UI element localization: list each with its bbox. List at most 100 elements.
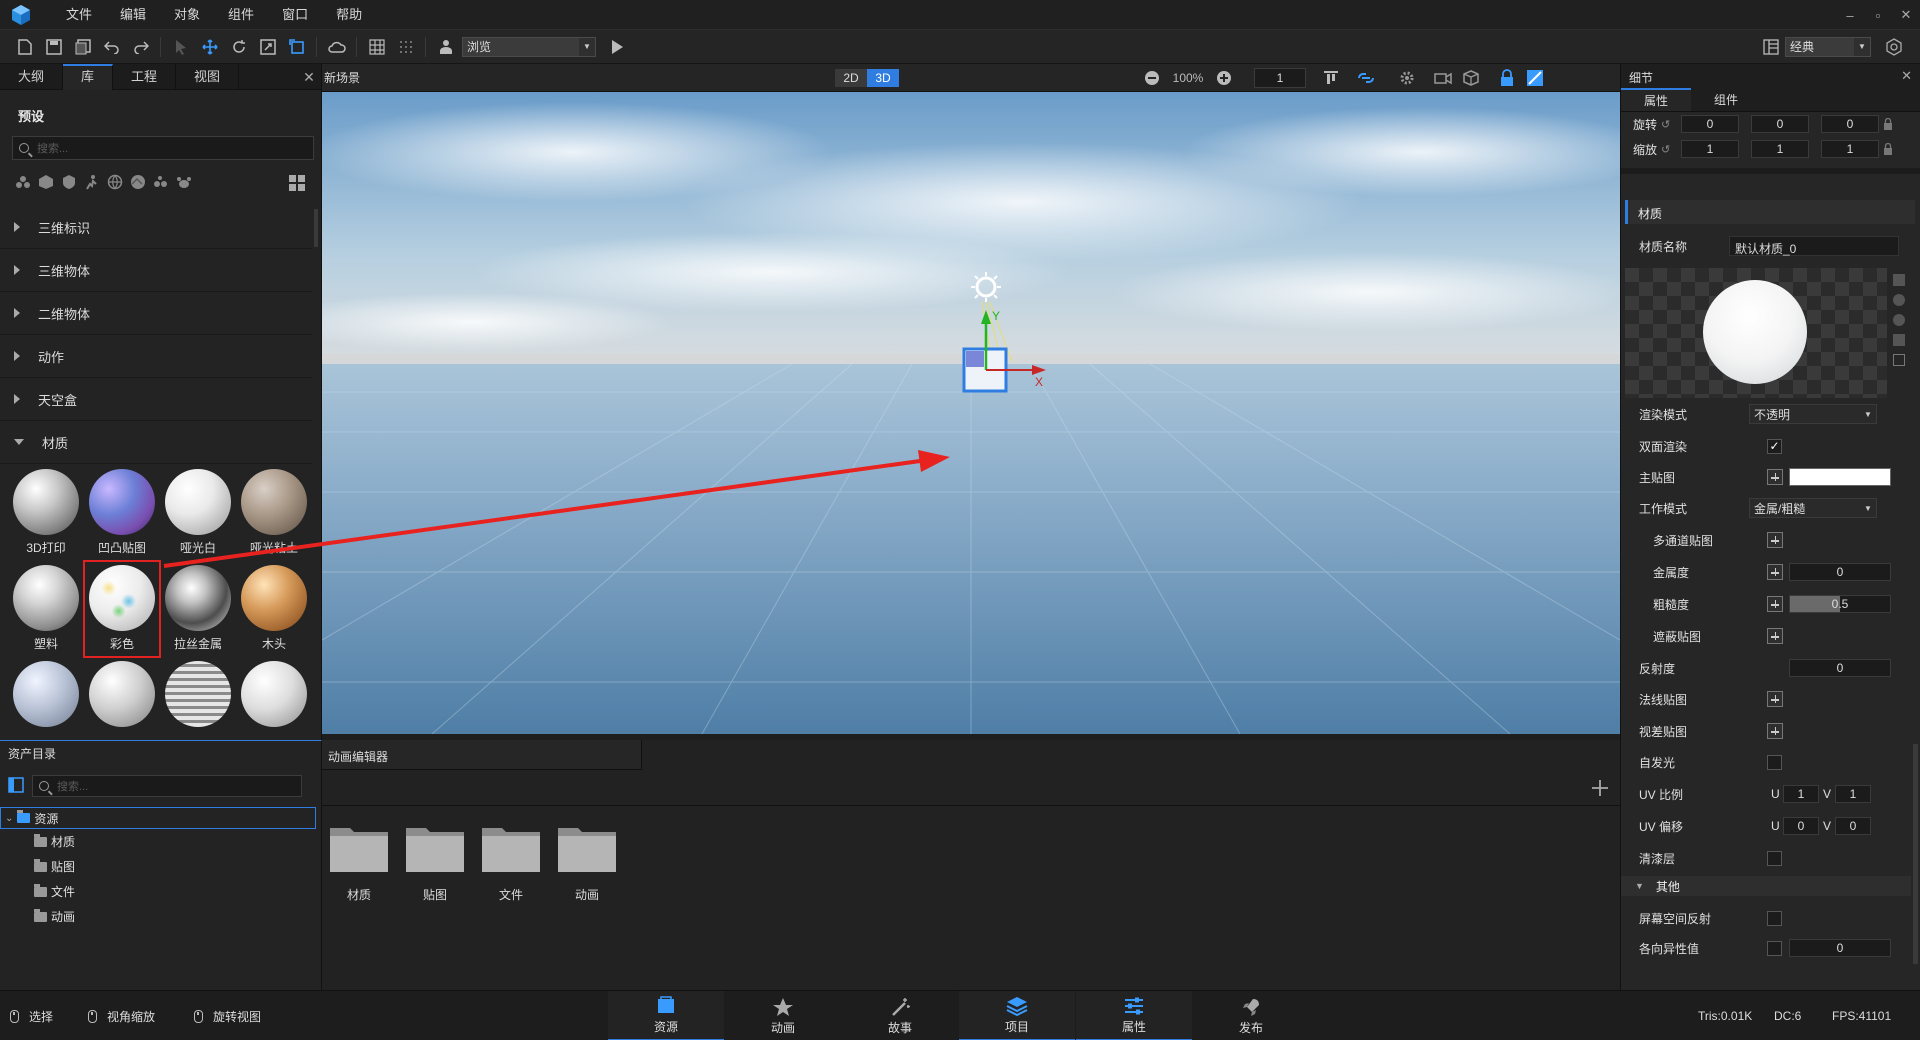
color-swatch[interactable] <box>1789 468 1891 486</box>
menu-file[interactable]: 文件 <box>52 0 106 30</box>
reset-icon[interactable]: ↺ <box>1661 118 1677 131</box>
layout-button[interactable] <box>1756 34 1785 60</box>
tree-item-texture[interactable]: 贴图 <box>0 854 316 879</box>
close-window-button[interactable]: ✕ <box>1892 0 1920 30</box>
scene-canvas[interactable]: Y X <box>322 92 1620 734</box>
close-icon[interactable]: ✕ <box>297 64 321 89</box>
material-brushed-metal[interactable]: 拉丝金属 <box>162 563 234 655</box>
zoom-out-icon[interactable] <box>1142 68 1162 88</box>
tab-publish[interactable]: 发布 <box>1193 991 1309 1040</box>
camera-icon[interactable] <box>1434 69 1452 87</box>
particles-icon[interactable] <box>152 174 170 190</box>
material-preview[interactable] <box>1625 268 1887 398</box>
clearcoat-checkbox[interactable] <box>1767 850 1782 866</box>
emissive-checkbox[interactable] <box>1767 754 1782 770</box>
add-texture-button[interactable] <box>1767 628 1783 644</box>
lock-icon[interactable] <box>1883 118 1893 130</box>
uv-offset-v-input[interactable]: 0 <box>1835 817 1871 835</box>
uv-scale-v-input[interactable]: 1 <box>1835 785 1871 803</box>
rotation-y-input[interactable]: 0 <box>1751 115 1809 133</box>
ssr-checkbox[interactable] <box>1767 910 1782 926</box>
sphere-material-icon[interactable] <box>129 174 147 190</box>
menu-edit[interactable]: 编辑 <box>106 0 160 30</box>
sphere-shape-icon[interactable] <box>1893 314 1905 326</box>
uv-offset-u-input[interactable]: 0 <box>1783 817 1819 835</box>
anisotropy-checkbox[interactable] <box>1767 940 1782 956</box>
menu-window[interactable]: 窗口 <box>268 0 322 30</box>
folder-animation[interactable]: 动画 <box>556 822 618 903</box>
globe-icon[interactable] <box>106 174 124 190</box>
add-icon[interactable] <box>1590 778 1610 798</box>
tree-root[interactable]: ⌄ 资源 <box>0 807 316 829</box>
tab-project[interactable]: 工程 <box>113 64 177 90</box>
scrollbar[interactable] <box>1913 744 1918 964</box>
mode-3d-button[interactable]: 3D <box>867 69 899 87</box>
category-material[interactable]: 材质 <box>0 421 312 464</box>
material-bump[interactable]: 凹凸贴图 <box>86 467 158 559</box>
speed-input[interactable]: 1 <box>1254 68 1306 88</box>
gear-icon[interactable] <box>1398 69 1416 87</box>
tree-item-material[interactable]: 材质 <box>0 829 316 854</box>
category-skybox[interactable]: 天空盒 <box>0 378 312 421</box>
material-3d-print[interactable]: 3D打印 <box>10 467 82 559</box>
tab-assets[interactable]: 资源 <box>608 991 724 1040</box>
undo-button[interactable] <box>97 34 126 60</box>
scale-z-input[interactable]: 1 <box>1821 140 1879 158</box>
align-top-icon[interactable] <box>1322 69 1340 87</box>
rect-tool-button[interactable] <box>282 34 311 60</box>
tab-library[interactable]: 库 <box>63 64 114 90</box>
tab-properties-bottom[interactable]: 属性 <box>1076 991 1192 1040</box>
tree-item-file[interactable]: 文件 <box>0 879 316 904</box>
render-mode-select[interactable]: 不透明 ▼ <box>1749 404 1877 424</box>
save-all-button[interactable] <box>68 34 97 60</box>
tree-item-animation[interactable]: 动画 <box>0 904 316 929</box>
tab-animation[interactable]: 动画 <box>725 991 841 1040</box>
animation-editor-tab[interactable]: 动画编辑器 <box>322 740 642 770</box>
add-texture-button[interactable] <box>1767 691 1783 707</box>
material-matte-white[interactable]: 哑光白 <box>162 467 234 559</box>
category-2d-object[interactable]: 二维物体 <box>0 292 312 335</box>
material-section-header[interactable]: 材质 <box>1625 200 1915 224</box>
tab-outline[interactable]: 大纲 <box>0 64 64 90</box>
tab-view[interactable]: 视图 <box>176 64 240 90</box>
mode-2d-button[interactable]: 2D <box>835 69 867 87</box>
library-search-input[interactable]: 搜索... <box>12 136 314 160</box>
reflectivity-input[interactable]: 0 <box>1789 659 1891 677</box>
add-texture-button[interactable] <box>1767 596 1783 612</box>
uv-scale-u-input[interactable]: 1 <box>1783 785 1819 803</box>
player-button[interactable] <box>431 34 460 60</box>
paw-icon[interactable] <box>175 174 193 190</box>
add-texture-button[interactable] <box>1767 723 1783 739</box>
rotation-z-input[interactable]: 0 <box>1821 115 1879 133</box>
scale-tool-button[interactable] <box>253 34 282 60</box>
cloud-button[interactable] <box>322 34 351 60</box>
material-name-input[interactable]: 默认材质_0 <box>1729 236 1899 256</box>
metalness-input[interactable]: 0 <box>1789 563 1891 581</box>
redo-button[interactable] <box>126 34 155 60</box>
running-figure-icon[interactable] <box>83 174 101 190</box>
panel-toggle-icon[interactable] <box>8 777 24 793</box>
rotation-x-input[interactable]: 0 <box>1681 115 1739 133</box>
menu-help[interactable]: 帮助 <box>322 0 376 30</box>
view-mode-select[interactable]: 浏览 ▼ <box>462 36 596 57</box>
material-item[interactable] <box>238 659 310 751</box>
cube-icon[interactable] <box>37 174 55 190</box>
reset-icon[interactable]: ↺ <box>1661 143 1677 156</box>
add-texture-button[interactable] <box>1767 564 1783 580</box>
plane-shape-icon[interactable] <box>1893 334 1905 346</box>
asset-search-input[interactable]: 搜索... <box>32 775 302 797</box>
zoom-in-icon[interactable] <box>1214 68 1234 88</box>
save-button[interactable] <box>39 34 68 60</box>
minimize-button[interactable]: – <box>1836 0 1864 30</box>
menu-component[interactable]: 组件 <box>214 0 268 30</box>
anisotropy-input[interactable]: 0 <box>1789 939 1891 957</box>
close-icon[interactable]: ✕ <box>1901 68 1912 84</box>
scale-y-input[interactable]: 1 <box>1751 140 1809 158</box>
sphere-shape-icon[interactable] <box>1893 294 1905 306</box>
grid-button[interactable] <box>362 34 391 60</box>
tab-properties[interactable]: 属性 <box>1621 88 1691 111</box>
new-file-button[interactable] <box>10 34 39 60</box>
material-colorful[interactable]: 彩色 <box>83 560 161 658</box>
cube-shape-icon[interactable] <box>1893 274 1905 286</box>
lock-icon[interactable] <box>1498 69 1516 87</box>
